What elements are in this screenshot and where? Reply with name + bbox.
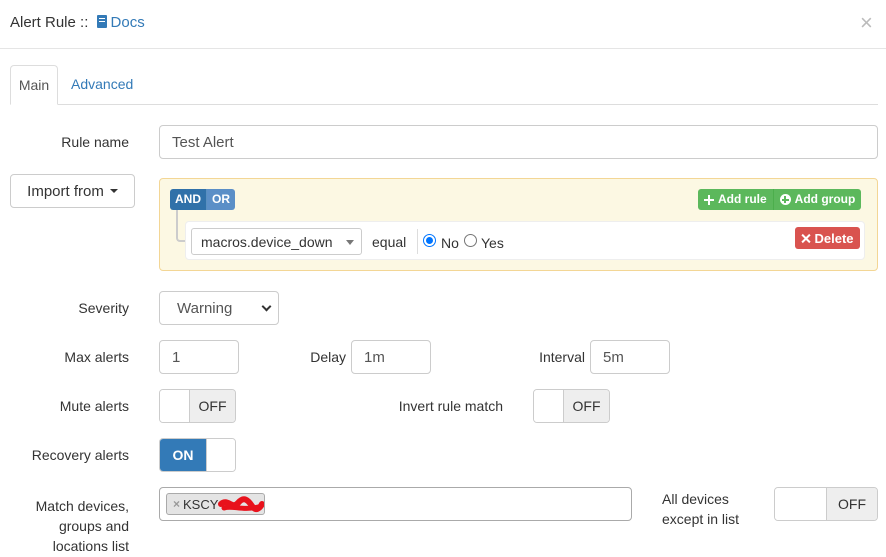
all-devices-label-line1: All devices [662,491,729,507]
docs-link-label: Docs [110,14,145,31]
delay-value: 1m [364,348,385,366]
interval-label: Interval [539,349,585,365]
chevron-down-icon [261,301,272,312]
all-devices-except-toggle[interactable]: OFF [774,487,878,521]
all-devices-state: OFF [827,488,877,520]
or-button[interactable]: OR [207,189,235,210]
match-devices-label-line2: groups and [58,518,129,534]
max-alerts-input[interactable]: 1 [159,340,239,374]
condition-toggle: AND OR [170,189,235,210]
interval-value: 5m [603,348,624,366]
rule-operator: equal [372,234,407,250]
rule-name-value: Test Alert [172,133,234,151]
invert-rule-match-toggle[interactable]: OFF [533,389,610,423]
and-button[interactable]: AND [170,189,207,210]
close-icon[interactable]: × [860,12,873,34]
recovery-alerts-toggle[interactable]: ON [159,438,236,472]
rule-field-select[interactable]: macros.device_down [191,228,362,255]
match-devices-label-line1: Match devices, [35,498,129,514]
delete-rule-button[interactable]: Delete [795,227,860,249]
max-alerts-value: 1 [172,348,181,366]
import-from-button[interactable]: Import from [10,174,135,208]
chevron-down-icon [346,240,354,245]
toggle-handle [206,439,235,471]
radio-yes-label: Yes [481,235,504,251]
match-devices-label: Match devices, groups and locations list [10,496,129,556]
modal-title-text: Alert Rule :: [10,14,89,31]
rule-field-value: macros.device_down [201,233,333,250]
recovery-alerts-label: Recovery alerts [31,447,129,463]
modal-title: Alert Rule :: Docs [10,14,145,31]
radio-no-label: No [441,235,459,251]
mute-alerts-state: OFF [190,390,235,422]
severity-value: Warning [177,299,233,317]
book-icon [96,15,107,28]
import-from-label: Import from [27,182,104,200]
rule-name-input[interactable]: Test Alert [159,125,878,159]
add-buttons-group: Add rule Add group [698,189,862,210]
invert-rule-match-state: OFF [564,390,609,422]
delay-label: Delay [310,349,346,365]
toggle-handle [775,488,827,520]
tab-advanced[interactable]: Advanced [71,65,133,105]
mute-alerts-toggle[interactable]: OFF [159,389,236,423]
rule-operator-divider [417,229,418,254]
radio-yes[interactable] [464,234,477,247]
tag-remove-icon[interactable]: × [173,497,180,511]
tab-main[interactable]: Main [10,65,58,105]
add-group-label: Add group [794,192,856,206]
rule-name-label: Rule name [61,134,129,150]
redaction-scribble [218,496,264,513]
plus-circle-icon [779,194,791,205]
invert-rule-match-label: Invert rule match [398,398,503,414]
severity-select[interactable]: Warning [159,291,279,325]
severity-label: Severity [78,300,129,316]
toggle-handle [160,390,190,422]
recovery-alerts-state: ON [160,439,206,471]
add-rule-button[interactable]: Add rule [698,189,773,210]
add-group-button[interactable]: Add group [772,189,862,210]
delete-label: Delete [814,230,854,246]
interval-input[interactable]: 5m [590,340,670,374]
all-devices-label: All devices except in list [662,489,739,529]
toggle-handle [534,390,564,422]
radio-no[interactable] [423,234,436,247]
caret-down-icon [109,189,118,193]
x-icon [801,234,810,243]
all-devices-label-line2: except in list [662,511,740,527]
match-devices-label-line3: locations list [52,538,129,554]
device-tag-text: KSCY [183,496,219,512]
delay-input[interactable]: 1m [351,340,431,374]
docs-link[interactable]: Docs [93,14,145,31]
max-alerts-label: Max alerts [64,349,129,365]
tab-bar-divider [10,104,878,105]
mute-alerts-label: Mute alerts [59,398,129,414]
plus-icon [704,194,714,205]
add-rule-label: Add rule [718,192,767,206]
